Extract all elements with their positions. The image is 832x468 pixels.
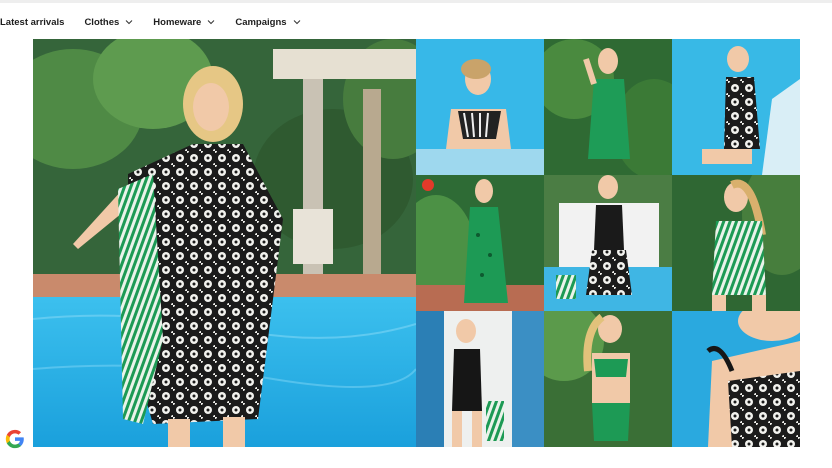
chevron-down-icon	[207, 20, 215, 25]
nav-homeware[interactable]: Homeware	[153, 17, 215, 28]
product-tile-4[interactable]	[416, 175, 544, 311]
chevron-down-icon	[125, 20, 133, 25]
nav-label: Campaigns	[235, 16, 287, 28]
product-tile-7[interactable]	[416, 311, 544, 447]
top-divider	[0, 0, 832, 3]
nav-label: Latest arrivals	[0, 16, 65, 28]
nav-campaigns[interactable]: Campaigns	[235, 17, 300, 28]
nav-label: Clothes	[84, 16, 120, 28]
product-tile-1[interactable]	[416, 39, 544, 175]
product-tile-6[interactable]	[672, 175, 800, 311]
product-tile-9[interactable]	[672, 311, 800, 447]
product-tile-2[interactable]	[544, 39, 672, 175]
product-tile-8[interactable]	[544, 311, 672, 447]
hero-image[interactable]	[33, 39, 416, 447]
google-icon	[5, 429, 24, 449]
product-tile-5[interactable]	[544, 175, 672, 311]
chevron-down-icon	[293, 20, 300, 25]
nav-label: Homeware	[153, 16, 202, 28]
nav-latest-arrivals[interactable]: Latest arrivals	[0, 17, 64, 28]
product-tile-3[interactable]	[672, 39, 800, 175]
main-navigation: Latest arrivals Clothes Homeware Campaig…	[0, 12, 321, 32]
nav-clothes[interactable]: Clothes	[84, 17, 133, 28]
product-image-grid	[416, 39, 800, 447]
